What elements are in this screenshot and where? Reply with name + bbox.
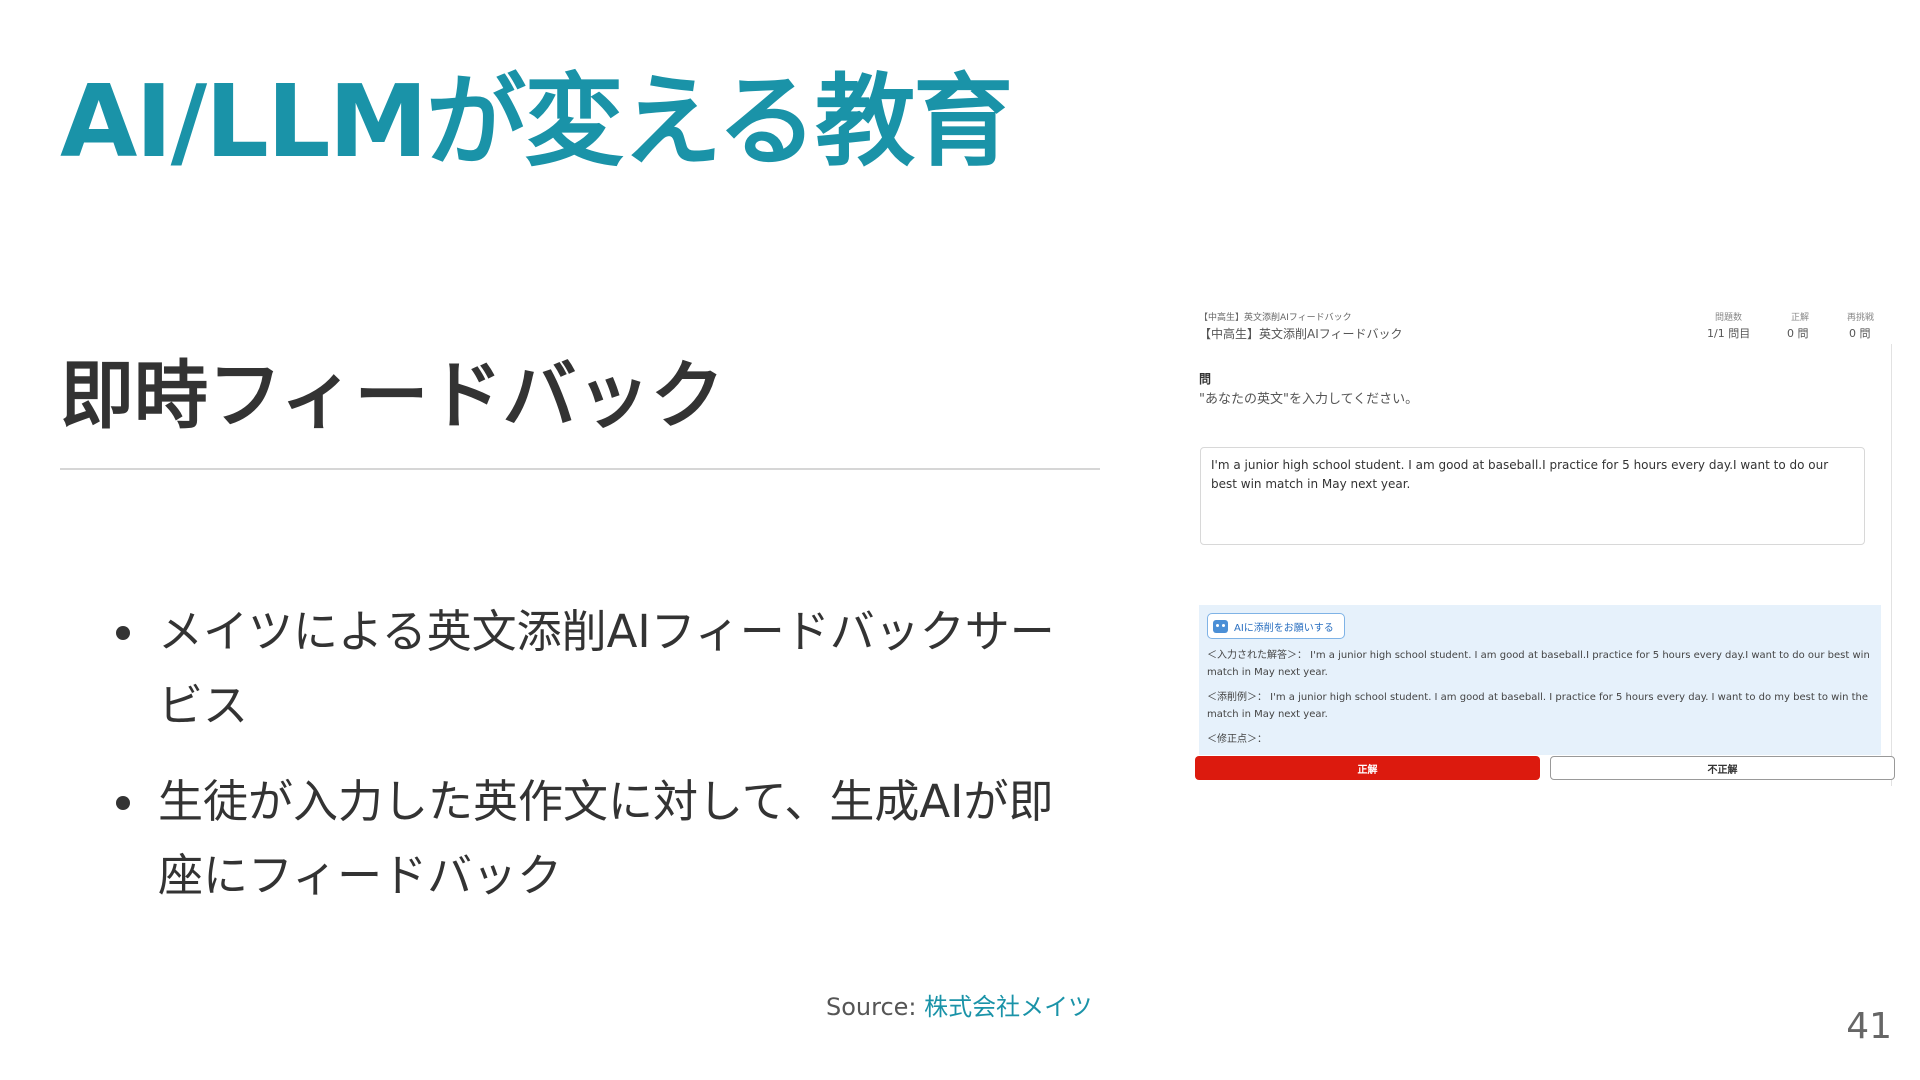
feedback-panel: AIに添削をお願いする ＜入力された解答＞： I'm a junior high… xyxy=(1199,605,1881,755)
feedback-input-line: ＜入力された解答＞： I'm a junior high school stud… xyxy=(1207,650,1870,678)
bullet-item: 生徒が入力した英作文に対して、生成AIが即座にフィードバック xyxy=(112,765,1092,913)
answer-textarea[interactable]: I'm a junior high school student. I am g… xyxy=(1200,447,1865,545)
stat-label-questions: 問題数 xyxy=(1715,313,1743,323)
app-title: 【中高生】英文添削AIフィードバック xyxy=(1199,327,1403,341)
stat-label-correct: 正解 xyxy=(1791,313,1810,323)
slide-subtitle: 即時フィードバック xyxy=(60,353,725,439)
stat-value-retry: 0 問 xyxy=(1849,327,1871,340)
ai-correction-button[interactable]: AIに添削をお願いする xyxy=(1207,613,1345,639)
robot-icon xyxy=(1213,619,1228,633)
embedded-app-screenshot: 【中高生】英文添削AIフィードバック 【中高生】英文添削AIフィードバック 問題… xyxy=(1195,300,1895,786)
source-label: Source: xyxy=(826,993,917,1021)
question-label: 問 xyxy=(1199,372,1212,386)
feedback-points-line: ＜修正点＞： xyxy=(1207,734,1267,745)
correct-button[interactable]: 正解 xyxy=(1195,756,1540,780)
incorrect-button[interactable]: 不正解 xyxy=(1550,756,1895,780)
bullet-item: メイツによる英文添削AIフィードバックサービス xyxy=(112,595,1092,743)
stat-value-correct: 0 問 xyxy=(1787,327,1809,340)
stat-label-retry: 再挑戦 xyxy=(1847,313,1875,323)
page-number: 41 xyxy=(1846,1006,1892,1047)
source-credit: Source: 株式会社メイツ xyxy=(826,987,1092,1022)
bullet-list: メイツによる英文添削AIフィードバックサービス 生徒が入力した英作文に対して、生… xyxy=(112,595,1092,935)
source-link[interactable]: 株式会社メイツ xyxy=(924,993,1092,1021)
slide-title: AI/LLMが変える教育 xyxy=(60,63,1013,180)
app-breadcrumb: 【中高生】英文添削AIフィードバック xyxy=(1199,313,1352,323)
subtitle-divider xyxy=(60,468,1100,470)
question-text: "あなたの英文"を入力してください。 xyxy=(1199,392,1419,407)
feedback-correction-line: ＜添削例＞： I'm a junior high school student.… xyxy=(1207,692,1869,720)
ai-correction-button-label: AIに添削をお願いする xyxy=(1234,622,1334,634)
stat-value-questions: 1/1 問目 xyxy=(1707,327,1751,340)
